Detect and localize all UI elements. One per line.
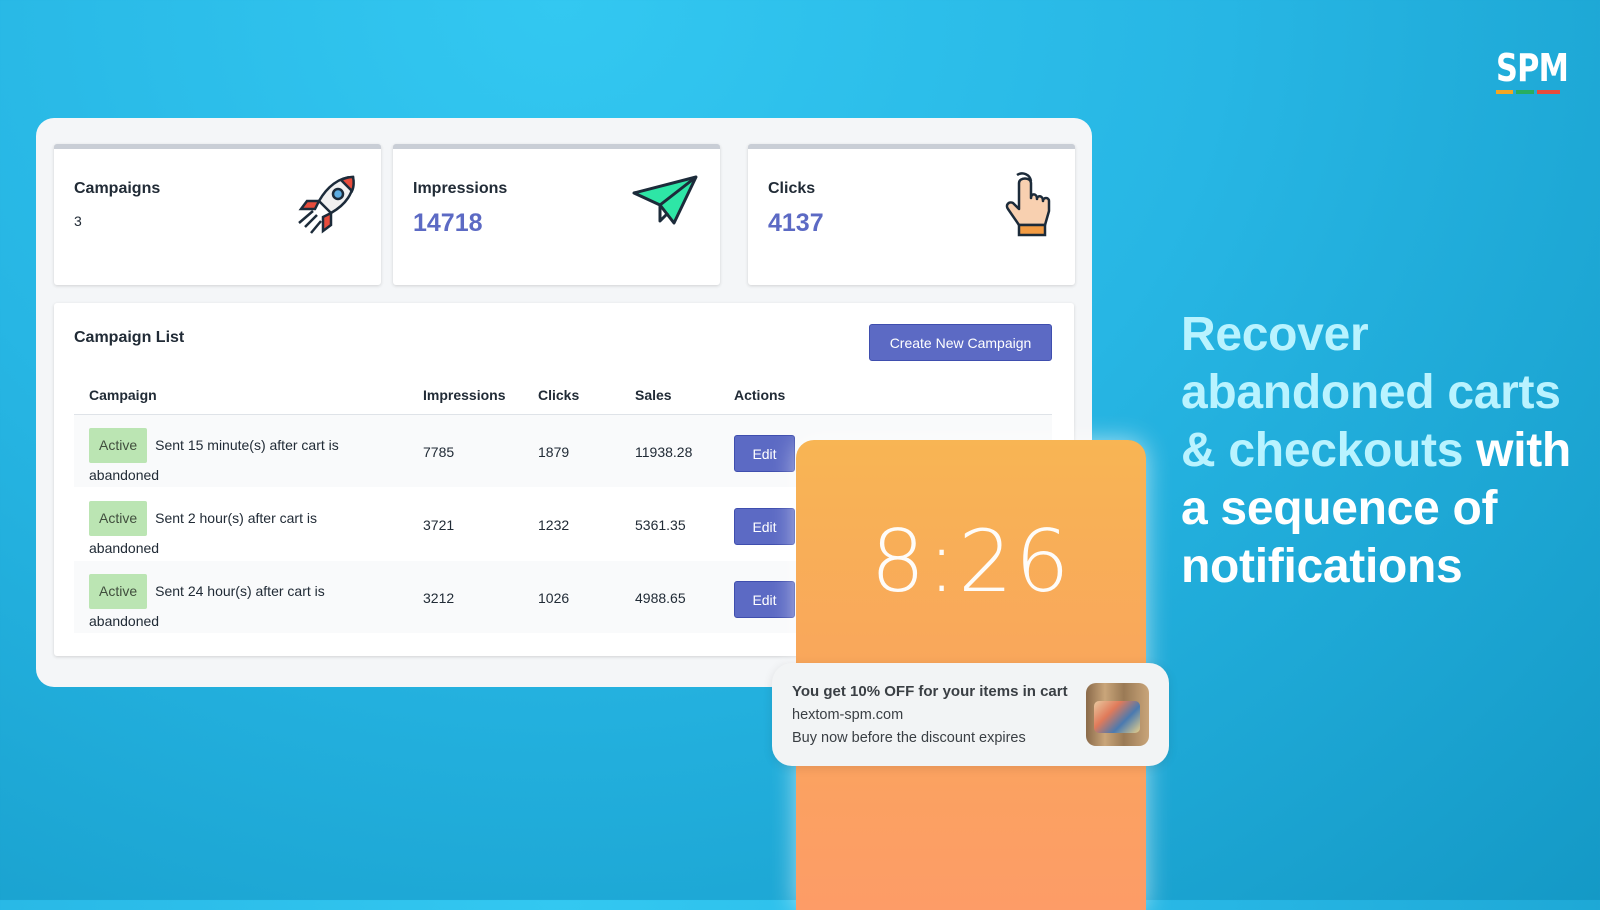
status-badge: Active [89, 501, 148, 536]
impressions-cell: 3212 [423, 590, 455, 606]
stat-card-clicks: Clicks 4137 [748, 144, 1075, 285]
column-header: Actions [734, 387, 786, 403]
impressions-cell: 3721 [423, 517, 455, 533]
stat-value: 4137 [768, 209, 824, 237]
notification-message: Buy now before the discount expires [792, 730, 1026, 746]
column-header: Clicks [538, 387, 580, 403]
pointer-hand-icon [1005, 172, 1051, 237]
stat-card-impressions: Impressions 14718 [393, 144, 720, 285]
create-new-campaign-button[interactable]: Create New Campaign [869, 324, 1052, 361]
impressions-cell: 7785 [423, 444, 455, 460]
clicks-cell: 1026 [538, 590, 570, 606]
spm-logo: SPM [1496, 46, 1569, 94]
notification-title: You get 10% OFF for your items in cart [792, 683, 1068, 700]
product-thumbnail [1086, 683, 1149, 746]
table-header: Campaign Impressions Clicks Sales Action… [74, 377, 1052, 415]
campaign-description-cell: Active Sent 15 minute(s) after cart is ab… [89, 428, 389, 488]
column-header: Campaign [89, 387, 157, 403]
sales-cell: 5361.35 [635, 517, 686, 533]
notification-site: hextom-spm.com [792, 707, 904, 723]
column-header: Impressions [423, 387, 506, 403]
stat-label: Impressions [413, 180, 508, 197]
sales-cell: 11938.28 [635, 444, 693, 460]
rocket-icon [298, 175, 355, 234]
column-header: Sales [635, 387, 672, 403]
stat-value: 14718 [413, 209, 483, 237]
push-notification[interactable]: You get 10% OFF for your items in cart h… [772, 663, 1169, 766]
campaign-description-cell: Active Sent 2 hour(s) after cart is aband… [89, 501, 389, 561]
stat-value: 3 [74, 213, 82, 229]
status-badge: Active [89, 574, 148, 609]
stat-label: Clicks [768, 180, 816, 197]
edit-button[interactable]: Edit [734, 581, 795, 618]
stat-card-campaigns: Campaigns 3 [54, 144, 381, 285]
status-badge: Active [89, 428, 148, 463]
logo-text: SPM [1496, 46, 1569, 90]
clicks-cell: 1879 [538, 444, 570, 460]
campaign-description-cell: Active Sent 24 hour(s) after cart is aban… [89, 574, 389, 634]
edit-button[interactable]: Edit [734, 435, 795, 472]
clicks-cell: 1232 [538, 517, 570, 533]
edit-button[interactable]: Edit [734, 508, 795, 545]
sales-cell: 4988.65 [635, 590, 686, 606]
campaign-list-title: Campaign List [74, 329, 185, 346]
lock-screen-time: 8:26 [870, 512, 1072, 612]
headline: Recover abandoned carts & checkouts with… [1181, 306, 1600, 596]
stat-label: Campaigns [74, 180, 161, 197]
paper-plane-icon [632, 175, 698, 225]
